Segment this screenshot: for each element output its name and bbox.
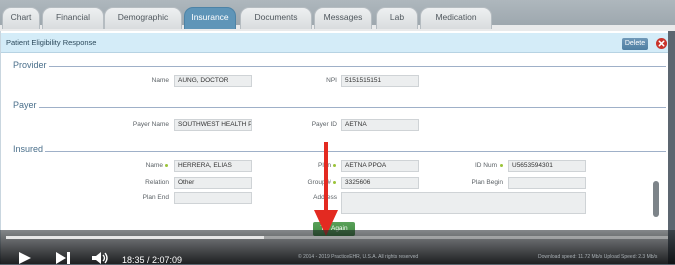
address-field (341, 192, 586, 214)
tab-documents[interactable]: Documents (240, 7, 312, 29)
provider-divider (49, 66, 666, 67)
npi-label: NPI (326, 77, 337, 84)
payer-section-title: Payer (13, 100, 37, 110)
scrollbar[interactable] (653, 181, 659, 217)
play-icon[interactable] (18, 252, 32, 264)
panel-title: Patient Eligibility Response (6, 38, 97, 47)
payer-id-label: Payer ID (311, 121, 337, 128)
insured-name-field: HERRERA, ELIAS (174, 160, 252, 172)
required-dot (500, 164, 503, 167)
red-arrow-annotation (314, 142, 338, 236)
close-icon[interactable] (656, 38, 667, 49)
required-dot (165, 164, 168, 167)
player-controls: 18:35 / 2:07:09 (0, 252, 675, 265)
relation-select[interactable]: Other (174, 177, 252, 189)
plan-field: AETNA PPOA (341, 160, 419, 172)
video-progress-track[interactable] (6, 236, 668, 239)
insured-name-label: Name (145, 162, 163, 169)
plan-begin-label: Plan Begin (471, 179, 503, 186)
relation-label: Relation (145, 179, 169, 186)
delete-button[interactable]: Delete (622, 38, 648, 50)
plan-end-label: Plan End (142, 194, 169, 201)
video-progress-fill (6, 236, 265, 239)
payer-id-field: AETNA (341, 119, 419, 131)
provider-name-field: AUNG, DOCTOR (174, 75, 252, 87)
insured-divider (45, 151, 666, 152)
provider-section-title: Provider (13, 60, 47, 70)
insured-section-title: Insured (13, 144, 44, 154)
group-field: 3325606 (341, 177, 419, 189)
panel-header: Patient Eligibility Response Delete (1, 33, 668, 53)
id-num-field: U5653594301 (508, 160, 586, 172)
payer-name-field: SOUTHWEST HEALTH PL/ (174, 119, 252, 131)
tab-chart[interactable]: Chart (2, 7, 40, 29)
plan-end-field (174, 192, 252, 204)
tab-insurance[interactable]: Insurance (184, 7, 236, 29)
next-icon[interactable] (55, 252, 73, 264)
volume-icon[interactable] (92, 252, 110, 264)
tab-financial[interactable]: Financial (42, 7, 104, 29)
tab-medication[interactable]: Medication (420, 7, 492, 29)
tab-bar: Chart Financial Demographic Insurance Do… (0, 0, 675, 31)
tab-lab[interactable]: Lab (376, 7, 418, 29)
payer-divider (39, 107, 666, 108)
npi-field: 5151515151 (341, 75, 419, 87)
provider-name-label: Name (151, 77, 169, 84)
id-num-label: ID Num (474, 162, 497, 169)
payer-name-label: Payer Name (132, 121, 169, 128)
tab-messages[interactable]: Messages (314, 7, 372, 29)
tab-demographic[interactable]: Demographic (104, 7, 182, 29)
plan-begin-field (508, 177, 586, 189)
